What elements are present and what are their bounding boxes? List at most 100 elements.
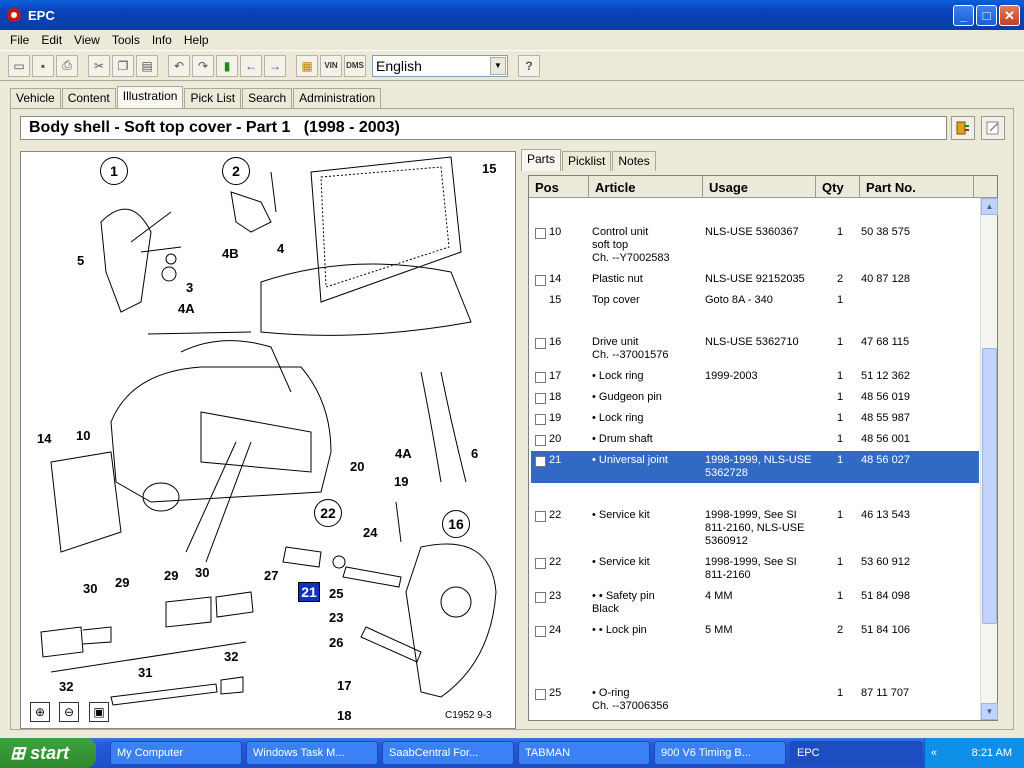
parts-scrollbar[interactable]: ▲ ▼ (980, 198, 998, 720)
callout-4[interactable]: 4 (277, 241, 284, 256)
callout-25[interactable]: 25 (329, 586, 343, 601)
row-checkbox[interactable] (535, 393, 546, 404)
table-row[interactable]: 20 • Drum shaft 1 48 56 001 (531, 430, 979, 450)
table-row[interactable]: 24 • • Lock pin 5 MM 2 51 84 106 (531, 621, 979, 641)
task-tabman[interactable]: TABMAN (518, 741, 650, 765)
callout-18[interactable]: 18 (337, 708, 351, 723)
scroll-up-icon[interactable]: ▲ (981, 198, 998, 215)
tab-notes[interactable]: Notes (612, 151, 656, 171)
table-row[interactable]: 14 Plastic nut NLS-USE 92152035 2 40 87 128 (531, 270, 979, 290)
callout-5[interactable]: 5 (77, 253, 84, 268)
tab-content[interactable]: Content (61, 88, 116, 108)
tab-administration[interactable]: Administration (293, 88, 382, 108)
menu-view[interactable]: View (68, 33, 106, 47)
row-checkbox[interactable] (535, 435, 546, 446)
callout-4a[interactable]: 4A (178, 301, 195, 316)
language-select[interactable]: English ▼ (372, 54, 508, 77)
column-part-no[interactable]: Part No. (860, 176, 974, 198)
add-to-picklist-icon[interactable] (951, 116, 975, 140)
task-windows-task-manager[interactable]: Windows Task M... (246, 741, 378, 765)
table-row[interactable]: 22 • Service kit 1998-1999, See SI 811-2160… (531, 553, 979, 585)
dms-button[interactable]: DMS (344, 54, 366, 77)
table-row[interactable]: 17 • Lock ring 1999-2003 1 51 12 362 (531, 367, 979, 387)
tab-illustration[interactable]: Illustration (116, 86, 184, 108)
callout-17[interactable]: 17 (337, 678, 351, 693)
row-checkbox[interactable] (535, 228, 546, 239)
callout-4a-lower[interactable]: 4A (395, 446, 412, 461)
callout-2[interactable]: 2 (222, 157, 250, 185)
notes-edit-icon[interactable] (981, 116, 1005, 140)
menu-edit[interactable]: Edit (35, 33, 68, 47)
menu-tools[interactable]: Tools (106, 33, 146, 47)
back-arrow-icon[interactable]: ← (240, 54, 262, 77)
callout-30-right[interactable]: 30 (195, 565, 209, 580)
paste-icon[interactable]: ▤ (136, 54, 158, 77)
redo-icon[interactable]: ↷ (192, 54, 214, 77)
open-icon[interactable]: ▭ (8, 54, 30, 77)
table-row[interactable]: 25 • O-ring Ch. --37006356 1 87 11 707 (531, 684, 979, 716)
callout-27[interactable]: 27 (264, 568, 278, 583)
menu-file[interactable]: File (4, 33, 35, 47)
undo-icon[interactable]: ↶ (168, 54, 190, 77)
fit-view-icon[interactable]: ▣ (89, 702, 109, 722)
column-article[interactable]: Article (589, 176, 703, 198)
callout-22[interactable]: 22 (314, 499, 342, 527)
table-row[interactable]: 18 • Gudgeon pin 1 48 56 019 (531, 388, 979, 408)
callout-26[interactable]: 26 (329, 635, 343, 650)
row-checkbox[interactable] (535, 372, 546, 383)
callout-1[interactable]: 1 (100, 157, 128, 185)
minimize-button[interactable]: _ (953, 5, 974, 26)
row-checkbox[interactable] (535, 414, 546, 425)
task-saabcentral[interactable]: SaabCentral For... (382, 741, 514, 765)
task-epc[interactable]: EPC (790, 741, 922, 765)
close-button[interactable]: ✕ (999, 5, 1020, 26)
row-checkbox[interactable] (535, 592, 546, 603)
table-row[interactable]: 21 • Universal joint 1998-1999, NLS-USE 536… (531, 451, 979, 483)
tab-pick-list[interactable]: Pick List (184, 88, 242, 108)
callout-4b[interactable]: 4B (222, 246, 239, 261)
cut-icon[interactable]: ✂ (88, 54, 110, 77)
chevron-down-icon[interactable]: ▼ (490, 56, 506, 75)
illustration-view[interactable]: 1 2 15 4B 4 5 3 4A 14 10 4A 6 20 19 22 1… (20, 151, 516, 729)
menu-help[interactable]: Help (178, 33, 215, 47)
callout-3[interactable]: 3 (186, 280, 193, 295)
row-checkbox[interactable] (535, 511, 546, 522)
callout-19[interactable]: 19 (394, 474, 408, 489)
callout-29-left[interactable]: 29 (115, 575, 129, 590)
zoom-in-icon[interactable]: ⊕ (30, 702, 50, 722)
forward-arrow-icon[interactable]: → (264, 54, 286, 77)
print-icon[interactable]: ⎙ (56, 54, 78, 77)
row-checkbox[interactable] (535, 558, 546, 569)
row-checkbox[interactable] (535, 689, 546, 700)
row-checkbox[interactable] (535, 275, 546, 286)
table-row[interactable]: 16 Drive unit Ch. --37001576 NLS-USE 536271… (531, 333, 979, 365)
column-usage[interactable]: Usage (703, 176, 816, 198)
callout-20[interactable]: 20 (350, 459, 364, 474)
callout-29-right[interactable]: 29 (164, 568, 178, 583)
row-checkbox[interactable] (535, 626, 546, 637)
callout-16[interactable]: 16 (442, 510, 470, 538)
help-icon[interactable]: ? (518, 54, 540, 77)
tab-vehicle[interactable]: Vehicle (10, 88, 61, 108)
tab-parts[interactable]: Parts (521, 149, 562, 171)
marker-icon[interactable]: ▮ (216, 54, 238, 77)
row-checkbox[interactable] (535, 338, 546, 349)
tab-picklist[interactable]: Picklist (562, 151, 612, 171)
callout-32-left[interactable]: 32 (59, 679, 73, 694)
picklist-icon[interactable]: ▦ (296, 54, 318, 77)
table-row[interactable]: 22 • Service kit 1998-1999, See SI 811-2160… (531, 506, 979, 550)
column-qty[interactable]: Qty (816, 176, 860, 198)
row-checkbox[interactable] (535, 456, 546, 467)
callout-15[interactable]: 15 (482, 161, 496, 176)
callout-21-highlighted[interactable]: 21 (298, 582, 320, 602)
column-pos[interactable]: Pos (529, 176, 589, 198)
scroll-thumb[interactable] (982, 348, 997, 624)
callout-30-left[interactable]: 30 (83, 581, 97, 596)
callout-23[interactable]: 23 (329, 610, 343, 625)
table-row[interactable]: 19 • Lock ring 1 48 55 987 (531, 409, 979, 429)
zoom-out-icon[interactable]: ⊖ (59, 702, 79, 722)
callout-31[interactable]: 31 (138, 665, 152, 680)
scroll-down-icon[interactable]: ▼ (981, 703, 998, 720)
task-my-computer[interactable]: My Computer (110, 741, 242, 765)
callout-24[interactable]: 24 (363, 525, 377, 540)
